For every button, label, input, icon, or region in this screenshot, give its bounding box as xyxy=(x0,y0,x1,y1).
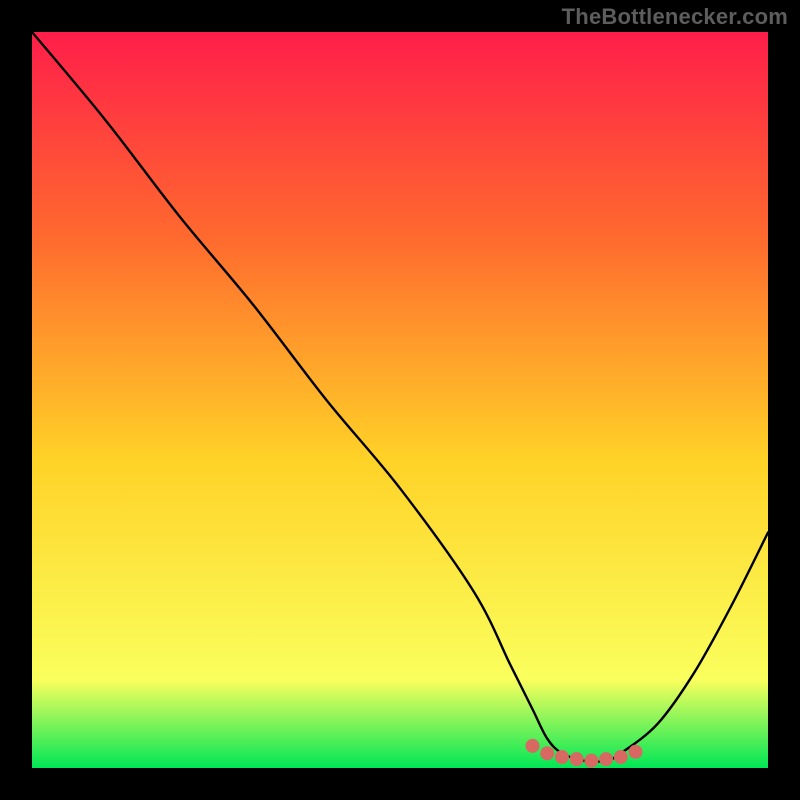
attribution-text: TheBottlenecker.com xyxy=(562,4,788,30)
bottleneck-chart xyxy=(0,0,800,800)
minimum-marker xyxy=(525,739,539,753)
minimum-marker xyxy=(629,745,643,759)
minimum-marker xyxy=(599,752,613,766)
minimum-marker xyxy=(584,754,598,768)
minimum-marker xyxy=(555,750,569,764)
minimum-marker xyxy=(540,746,554,760)
plot-background xyxy=(32,32,768,768)
minimum-marker xyxy=(570,752,584,766)
chart-frame: TheBottlenecker.com xyxy=(0,0,800,800)
minimum-marker xyxy=(614,750,628,764)
